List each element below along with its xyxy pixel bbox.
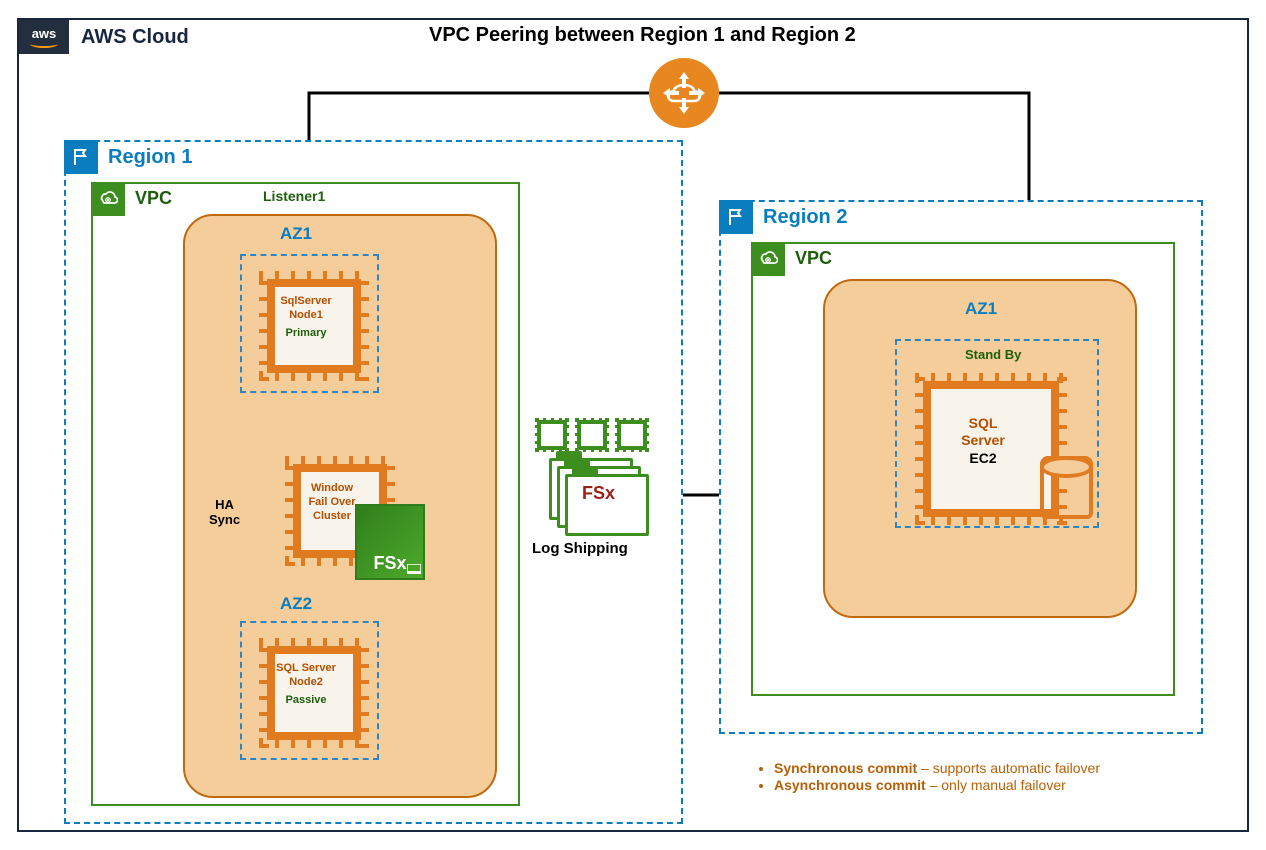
az2-label: AZ2	[280, 594, 312, 614]
ha-sync-label: HASync	[207, 498, 242, 528]
region-2-box: Region 2 VPC Listener2 AZ1 Stand By SQL …	[719, 200, 1203, 734]
az1-r2-label: AZ1	[965, 299, 997, 319]
green-chip-icon	[617, 420, 647, 450]
aws-logo-icon: aws	[19, 20, 69, 54]
database-storage-icon	[1040, 456, 1093, 519]
region-2-label: Region 2	[763, 206, 847, 229]
log-shipping-label: Log Shipping	[532, 540, 628, 557]
vpc-peering-icon	[649, 58, 719, 128]
region-1-label: Region 1	[108, 146, 192, 169]
cloud-title: AWS Cloud	[81, 26, 189, 49]
vpc-1-label: VPC	[135, 188, 172, 209]
green-chip-icon	[537, 420, 567, 450]
legend-item: Synchronous commit – supports automatic …	[774, 760, 1100, 776]
vpc-2-box: VPC Listener2 AZ1 Stand By SQL Server EC…	[751, 242, 1175, 696]
vpc-2-label: VPC	[795, 248, 832, 269]
legend-item: Asynchronous commit – only manual failov…	[774, 777, 1100, 793]
region-flag-icon	[719, 200, 753, 234]
region2-zone: AZ1 Stand By SQL Server EC2	[823, 279, 1137, 618]
node1-text: SqlServer Node1 Primary	[267, 279, 345, 357]
aws-logo-text: aws	[32, 27, 57, 40]
vpc-cloud-icon	[751, 242, 785, 276]
fsx-target-label: FSx	[582, 483, 615, 504]
node2-text: SQL Server Node2 Passive	[267, 646, 345, 724]
az1-label: AZ1	[280, 224, 312, 244]
fsx-service-icon: FSx	[355, 504, 425, 580]
standby-text: SQL Server EC2	[923, 381, 1043, 501]
peering-title: VPC Peering between Region 1 and Region …	[429, 24, 856, 47]
standby-label: Stand By	[965, 347, 1021, 362]
region1-cluster-zone: AZ1 AZ2 HASync SqlServer Node1 Primary W	[183, 214, 497, 798]
vpc-cloud-icon	[91, 182, 125, 216]
green-chip-icon	[577, 420, 607, 450]
listener1-label: Listener1	[263, 188, 325, 204]
legend: Synchronous commit – supports automatic …	[734, 759, 1100, 794]
diagram-canvas: aws AWS Cloud VPC Peering between Region…	[17, 18, 1249, 832]
region-flag-icon	[64, 140, 98, 174]
vpc-1-box: VPC Listener1 AZ1 AZ2 HASync SqlServer N…	[91, 182, 520, 806]
